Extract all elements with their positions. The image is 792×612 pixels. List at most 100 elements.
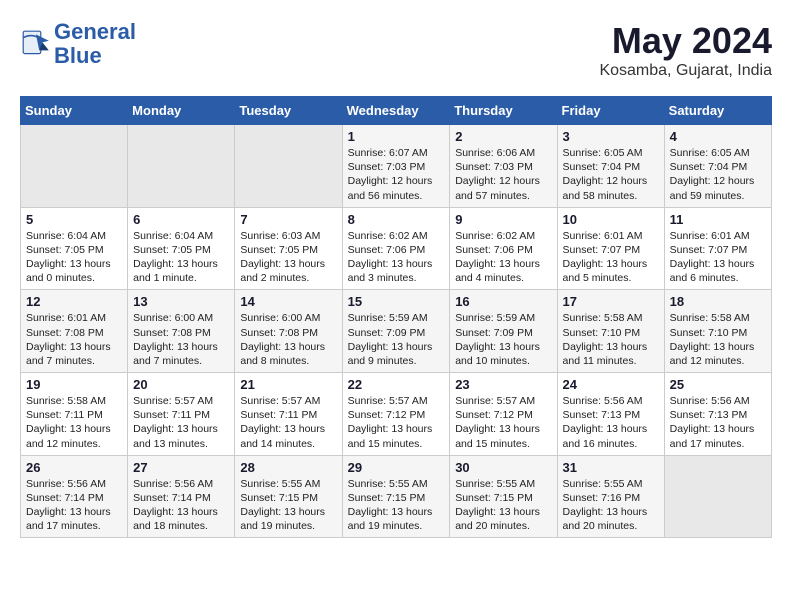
logo-icon (20, 28, 52, 60)
day-number: 1 (348, 129, 445, 144)
day-details: Sunrise: 5:57 AM Sunset: 7:11 PM Dayligh… (240, 394, 336, 451)
day-details: Sunrise: 6:06 AM Sunset: 7:03 PM Dayligh… (455, 146, 551, 203)
day-details: Sunrise: 5:55 AM Sunset: 7:16 PM Dayligh… (563, 477, 659, 534)
day-cell: 6 Sunrise: 6:04 AM Sunset: 7:05 PM Daylig… (128, 207, 235, 290)
day-details: Sunrise: 5:56 AM Sunset: 7:13 PM Dayligh… (563, 394, 659, 451)
day-cell: 15 Sunrise: 5:59 AM Sunset: 7:09 PM Dayli… (342, 290, 450, 373)
day-cell (21, 125, 128, 208)
day-cell (128, 125, 235, 208)
logo-blue: Blue (54, 43, 102, 68)
day-number: 31 (563, 460, 659, 475)
day-cell: 20Sunrise: 5:57 AM Sunset: 7:11 PM Dayli… (128, 373, 235, 456)
column-header-saturday: Saturday (664, 97, 771, 125)
day-cell: 26Sunrise: 5:56 AM Sunset: 7:14 PM Dayli… (21, 455, 128, 538)
day-details: Sunrise: 6:04 AM Sunset: 7:05 PM Dayligh… (26, 229, 122, 286)
day-cell: 28Sunrise: 5:55 AM Sunset: 7:15 PM Dayli… (235, 455, 342, 538)
title-block: May 2024 Kosamba, Gujarat, India (599, 20, 772, 80)
day-number: 5 (26, 212, 122, 227)
day-cell: 9Sunrise: 6:02 AM Sunset: 7:06 PM Daylig… (450, 207, 557, 290)
day-number: 14 (240, 294, 336, 309)
day-cell: 22Sunrise: 5:57 AM Sunset: 7:12 PM Dayli… (342, 373, 450, 456)
day-number: 15 (348, 294, 445, 309)
day-details: Sunrise: 6:01 AM Sunset: 7:07 PM Dayligh… (563, 229, 659, 286)
day-number: 27 (133, 460, 229, 475)
day-cell (664, 455, 771, 538)
day-number: 30 (455, 460, 551, 475)
day-details: Sunrise: 6:07 AM Sunset: 7:03 PM Dayligh… (348, 146, 445, 203)
day-cell: 8Sunrise: 6:02 AM Sunset: 7:06 PM Daylig… (342, 207, 450, 290)
day-number: 10 (563, 212, 659, 227)
week-row-1: 1 Sunrise: 6:07 AM Sunset: 7:03 PM Daylig… (21, 125, 772, 208)
column-header-sunday: Sunday (21, 97, 128, 125)
day-cell: 10 Sunrise: 6:01 AM Sunset: 7:07 PM Dayli… (557, 207, 664, 290)
day-cell: 19 Sunrise: 5:58 AM Sunset: 7:11 PM Dayli… (21, 373, 128, 456)
day-cell: 14 Sunrise: 6:00 AM Sunset: 7:08 PM Dayli… (235, 290, 342, 373)
day-number: 21 (240, 377, 336, 392)
day-details: Sunrise: 5:59 AM Sunset: 7:09 PM Dayligh… (348, 311, 445, 368)
day-details: Sunrise: 6:01 AM Sunset: 7:07 PM Dayligh… (670, 229, 766, 286)
day-cell (235, 125, 342, 208)
day-cell: 17 Sunrise: 5:58 AM Sunset: 7:10 PM Dayli… (557, 290, 664, 373)
day-number: 4 (670, 129, 766, 144)
day-cell: 25 Sunrise: 5:56 AM Sunset: 7:13 PM Dayli… (664, 373, 771, 456)
day-details: Sunrise: 6:00 AM Sunset: 7:08 PM Dayligh… (240, 311, 336, 368)
day-details: Sunrise: 5:58 AM Sunset: 7:10 PM Dayligh… (563, 311, 659, 368)
day-cell: 7 Sunrise: 6:03 AM Sunset: 7:05 PM Daylig… (235, 207, 342, 290)
day-details: Sunrise: 5:56 AM Sunset: 7:13 PM Dayligh… (670, 394, 766, 451)
month-title: May 2024 (599, 20, 772, 62)
day-details: Sunrise: 6:02 AM Sunset: 7:06 PM Dayligh… (348, 229, 445, 286)
day-cell: 31 Sunrise: 5:55 AM Sunset: 7:16 PM Dayli… (557, 455, 664, 538)
day-number: 3 (563, 129, 659, 144)
day-number: 6 (133, 212, 229, 227)
location: Kosamba, Gujarat, India (599, 62, 772, 80)
day-details: Sunrise: 6:05 AM Sunset: 7:04 PM Dayligh… (563, 146, 659, 203)
day-number: 20 (133, 377, 229, 392)
day-cell: 1 Sunrise: 6:07 AM Sunset: 7:03 PM Daylig… (342, 125, 450, 208)
day-cell: 3 Sunrise: 6:05 AM Sunset: 7:04 PM Daylig… (557, 125, 664, 208)
day-cell: 2 Sunrise: 6:06 AM Sunset: 7:03 PM Daylig… (450, 125, 557, 208)
page-header: General Blue May 2024 Kosamba, Gujarat, … (20, 20, 772, 80)
column-header-friday: Friday (557, 97, 664, 125)
column-header-monday: Monday (128, 97, 235, 125)
day-cell: 5 Sunrise: 6:04 AM Sunset: 7:05 PM Daylig… (21, 207, 128, 290)
day-cell: 29Sunrise: 5:55 AM Sunset: 7:15 PM Dayli… (342, 455, 450, 538)
day-number: 25 (670, 377, 766, 392)
column-header-thursday: Thursday (450, 97, 557, 125)
day-details: Sunrise: 6:05 AM Sunset: 7:04 PM Dayligh… (670, 146, 766, 203)
day-number: 16 (455, 294, 551, 309)
day-number: 18 (670, 294, 766, 309)
day-details: Sunrise: 6:04 AM Sunset: 7:05 PM Dayligh… (133, 229, 229, 286)
day-cell: 24Sunrise: 5:56 AM Sunset: 7:13 PM Dayli… (557, 373, 664, 456)
day-details: Sunrise: 5:58 AM Sunset: 7:11 PM Dayligh… (26, 394, 122, 451)
day-details: Sunrise: 6:01 AM Sunset: 7:08 PM Dayligh… (26, 311, 122, 368)
day-cell: 4 Sunrise: 6:05 AM Sunset: 7:04 PM Daylig… (664, 125, 771, 208)
week-row-2: 5 Sunrise: 6:04 AM Sunset: 7:05 PM Daylig… (21, 207, 772, 290)
day-number: 12 (26, 294, 122, 309)
week-row-5: 26Sunrise: 5:56 AM Sunset: 7:14 PM Dayli… (21, 455, 772, 538)
day-details: Sunrise: 5:57 AM Sunset: 7:12 PM Dayligh… (348, 394, 445, 451)
day-details: Sunrise: 5:58 AM Sunset: 7:10 PM Dayligh… (670, 311, 766, 368)
week-row-3: 12 Sunrise: 6:01 AM Sunset: 7:08 PM Dayli… (21, 290, 772, 373)
day-details: Sunrise: 6:02 AM Sunset: 7:06 PM Dayligh… (455, 229, 551, 286)
day-details: Sunrise: 5:57 AM Sunset: 7:12 PM Dayligh… (455, 394, 551, 451)
day-cell: 16 Sunrise: 5:59 AM Sunset: 7:09 PM Dayli… (450, 290, 557, 373)
day-cell: 23 Sunrise: 5:57 AM Sunset: 7:12 PM Dayli… (450, 373, 557, 456)
day-number: 17 (563, 294, 659, 309)
column-header-tuesday: Tuesday (235, 97, 342, 125)
day-details: Sunrise: 6:00 AM Sunset: 7:08 PM Dayligh… (133, 311, 229, 368)
day-number: 28 (240, 460, 336, 475)
day-number: 23 (455, 377, 551, 392)
day-number: 2 (455, 129, 551, 144)
day-number: 11 (670, 212, 766, 227)
day-number: 7 (240, 212, 336, 227)
day-number: 19 (26, 377, 122, 392)
column-header-wednesday: Wednesday (342, 97, 450, 125)
day-details: Sunrise: 6:03 AM Sunset: 7:05 PM Dayligh… (240, 229, 336, 286)
day-details: Sunrise: 5:56 AM Sunset: 7:14 PM Dayligh… (26, 477, 122, 534)
logo-general: General (54, 19, 136, 44)
day-cell: 12 Sunrise: 6:01 AM Sunset: 7:08 PM Dayli… (21, 290, 128, 373)
day-cell: 11 Sunrise: 6:01 AM Sunset: 7:07 PM Dayli… (664, 207, 771, 290)
day-details: Sunrise: 5:59 AM Sunset: 7:09 PM Dayligh… (455, 311, 551, 368)
logo: General Blue (20, 20, 136, 68)
header-row: SundayMondayTuesdayWednesdayThursdayFrid… (21, 97, 772, 125)
